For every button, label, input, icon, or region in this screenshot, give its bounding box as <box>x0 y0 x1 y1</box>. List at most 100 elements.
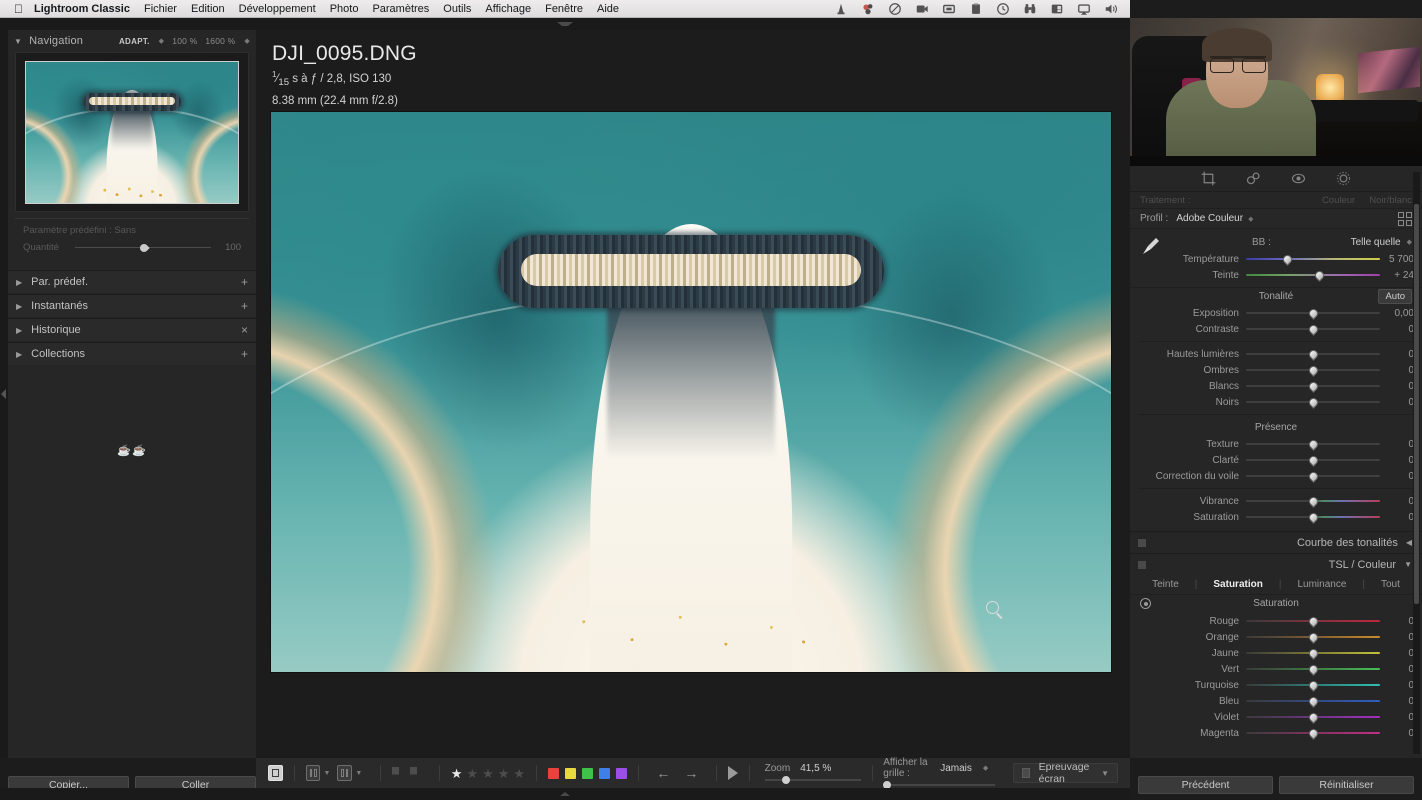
slider-texture-value[interactable]: 0 <box>1380 439 1414 450</box>
survey-caret-icon[interactable]: ▼ <box>355 770 362 777</box>
treatment-color-option[interactable]: Couleur <box>1322 195 1355 206</box>
star-2[interactable]: ★ <box>466 767 478 780</box>
slider-red-knob[interactable] <box>1306 615 1320 628</box>
slider-vibrance-value[interactable]: 0 <box>1380 496 1414 507</box>
slider-magenta[interactable]: Magenta 0 <box>1130 725 1422 741</box>
arrow-left-icon[interactable]: ← <box>656 766 670 780</box>
slider-purple-value[interactable]: 0 <box>1380 712 1414 723</box>
slider-clarity-knob[interactable] <box>1306 454 1320 467</box>
volume-icon[interactable] <box>1104 2 1118 16</box>
slider-blacks-value[interactable]: 0 <box>1380 397 1414 408</box>
sidebar-item-snapshots[interactable]: ▶ Instantanés + <box>8 294 256 317</box>
slider-temperature-value[interactable]: 5 700 <box>1380 254 1414 265</box>
screen-record-icon[interactable] <box>915 2 929 16</box>
slider-blue[interactable]: Bleu 0 <box>1130 693 1422 709</box>
chevron-right-icon[interactable]: ▶ <box>16 278 22 287</box>
section-tone-curve[interactable]: Courbe des tonalités ◀ <box>1130 531 1422 553</box>
navigator-preview[interactable] <box>15 52 249 212</box>
slider-shadows-track[interactable] <box>1246 364 1380 377</box>
grid-caret-icon[interactable]: ◆ <box>983 764 988 772</box>
slider-yellow-track[interactable] <box>1246 647 1380 660</box>
star-rating[interactable]: ★ ★ ★ ★ ★ <box>451 767 525 780</box>
loupe-view[interactable] <box>270 112 1112 740</box>
profile-browser-icon[interactable] <box>1398 211 1412 226</box>
color-label-blue[interactable] <box>598 767 610 779</box>
play-icon[interactable] <box>727 766 738 780</box>
slider-green-track[interactable] <box>1246 663 1380 676</box>
menu-item-aide[interactable]: Aide <box>597 3 619 15</box>
slider-temperature-knob[interactable] <box>1281 253 1294 266</box>
zoom-fit-button[interactable]: ADAPT. <box>119 37 150 46</box>
slider-texture-track[interactable] <box>1246 438 1380 451</box>
slider-red-value[interactable]: 0 <box>1380 616 1414 627</box>
slider-aqua-knob[interactable] <box>1306 679 1320 692</box>
slider-blue-knob[interactable] <box>1306 695 1320 708</box>
red-eye-icon[interactable] <box>1290 170 1307 187</box>
preset-amount-row[interactable]: Quantité 100 <box>19 241 245 254</box>
star-4[interactable]: ★ <box>498 767 510 780</box>
sidebar-item-presets[interactable]: ▶ Par. prédef. + <box>8 270 256 293</box>
toolbar-options-caret-icon[interactable]: ▼ <box>1101 769 1109 778</box>
amount-slider-knob[interactable] <box>138 241 150 254</box>
chevron-right-icon[interactable]: ▶ <box>16 302 22 311</box>
tone-curve-switch-icon[interactable] <box>1138 538 1146 547</box>
slider-aqua-value[interactable]: 0 <box>1380 680 1414 691</box>
slider-highlights-knob[interactable] <box>1306 348 1320 361</box>
menu-item-fichier[interactable]: Fichier <box>144 3 177 15</box>
compare-view-icon[interactable] <box>305 765 321 781</box>
slider-green-value[interactable]: 0 <box>1380 664 1414 675</box>
white-balance-value[interactable]: Telle quelle <box>1351 237 1401 248</box>
slider-blue-value[interactable]: 0 <box>1380 696 1414 707</box>
left-panel-collapse-handle[interactable] <box>0 30 8 758</box>
slider-contrast-knob[interactable] <box>1306 323 1320 336</box>
eyedropper-icon[interactable] <box>1140 235 1162 266</box>
chevron-right-icon[interactable]: ▶ <box>16 326 22 335</box>
section-hsl-color[interactable]: TSL / Couleur ▼ <box>1130 553 1422 575</box>
clipboard-icon[interactable] <box>969 2 983 16</box>
slider-highlights-track[interactable] <box>1246 348 1380 361</box>
menu-item-fenetre[interactable]: Fenêtre <box>545 3 583 15</box>
zoom-1600-button[interactable]: 1600 % <box>205 36 235 46</box>
slider-magenta-knob[interactable] <box>1306 727 1320 740</box>
slider-saturation[interactable]: Saturation 0 <box>1130 509 1422 525</box>
slider-highlights-value[interactable]: 0 <box>1380 349 1414 360</box>
grid-value[interactable]: Jamais <box>940 763 972 774</box>
reset-button[interactable]: Réinitialiser <box>1279 776 1414 794</box>
slider-blacks[interactable]: Noirs 0 <box>1130 394 1422 410</box>
slider-purple-knob[interactable] <box>1306 711 1320 724</box>
slider-tint[interactable]: Teinte + 24 <box>1130 267 1422 283</box>
slider-blacks-knob[interactable] <box>1306 396 1320 409</box>
slider-blacks-track[interactable] <box>1246 396 1380 409</box>
sidebar-item-collections[interactable]: ▶ Collections + <box>8 342 256 365</box>
slider-exposure-knob[interactable] <box>1306 307 1320 320</box>
add-snapshot-icon[interactable]: + <box>241 299 248 313</box>
slider-aqua-track[interactable] <box>1246 679 1380 692</box>
slider-dehaze-knob[interactable] <box>1306 470 1320 483</box>
tab-saturation[interactable]: Saturation <box>1197 579 1278 590</box>
target-adjustment-tool-icon[interactable] <box>1140 598 1151 609</box>
white-balance-caret-icon[interactable]: ◆ <box>1407 238 1412 246</box>
slider-yellow[interactable]: Jaune 0 <box>1130 645 1422 661</box>
loupe-view-icon[interactable] <box>268 765 283 781</box>
slider-orange-value[interactable]: 0 <box>1380 632 1414 643</box>
slider-clarity-track[interactable] <box>1246 454 1380 467</box>
slider-texture-knob[interactable] <box>1306 438 1320 451</box>
crop-icon[interactable] <box>1200 170 1217 187</box>
slider-yellow-knob[interactable] <box>1306 647 1320 660</box>
slider-temperature-track[interactable] <box>1246 253 1380 266</box>
navigator-thumbnail[interactable] <box>25 60 239 204</box>
chevron-down-icon[interactable]: ▼ <box>1404 560 1412 569</box>
cc-sync-icon[interactable] <box>888 2 902 16</box>
soft-proof-bar[interactable]: Epreuvage écran ▼ <box>1013 761 1118 785</box>
color-label-red[interactable] <box>547 767 559 779</box>
clear-history-icon[interactable]: × <box>241 323 248 337</box>
slider-shadows-knob[interactable] <box>1306 364 1320 377</box>
compare-caret-icon[interactable]: ▼ <box>323 770 330 777</box>
flag-reject-icon[interactable] <box>410 766 418 780</box>
slider-aqua[interactable]: Turquoise 0 <box>1130 677 1422 693</box>
layout-icon[interactable] <box>1050 2 1064 16</box>
slider-green[interactable]: Vert 0 <box>1130 661 1422 677</box>
slider-saturation-value[interactable]: 0 <box>1380 512 1414 523</box>
flag-pick-icon[interactable] <box>391 766 400 780</box>
sidebar-item-history[interactable]: ▶ Historique × <box>8 318 256 341</box>
